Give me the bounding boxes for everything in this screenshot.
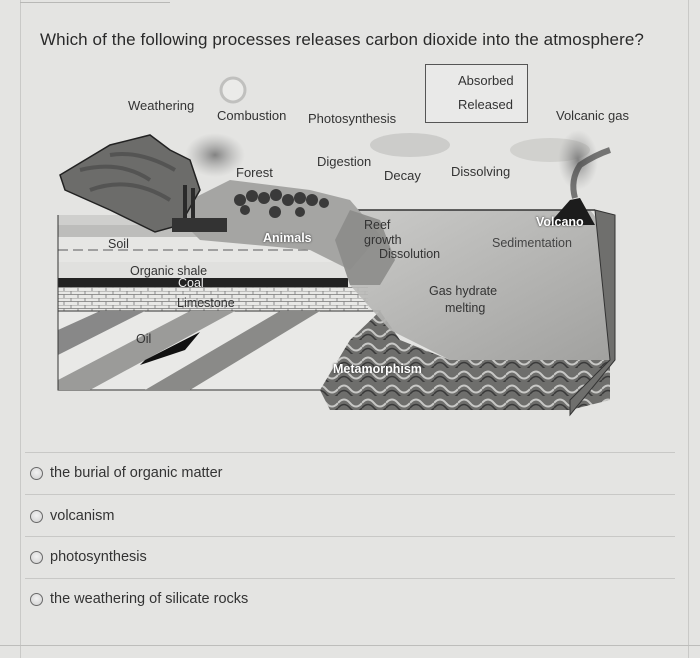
legend-box: Absorbed Released [425, 64, 528, 123]
option-volcanism[interactable]: volcanism [30, 508, 114, 524]
label-dissolution: Dissolution [379, 247, 441, 261]
label-oil: Oil [136, 332, 152, 346]
label-dissolving: Dissolving [451, 164, 511, 179]
legend-released: Released [458, 97, 513, 112]
chimney [191, 188, 195, 218]
label-digestion: Digestion [317, 154, 372, 169]
option-weathering-of-silicate-rocks[interactable]: the weathering of silicate rocks [30, 591, 248, 607]
legend-absorbed: Absorbed [458, 73, 514, 88]
label-volcanic-gas: Volcanic gas [556, 108, 629, 123]
option-label: the burial of organic matter [50, 465, 223, 481]
label-animals: Animals [263, 231, 312, 245]
option-label: the weathering of silicate rocks [50, 591, 249, 607]
question-text: Which of the following processes release… [40, 30, 644, 49]
radio-button[interactable] [30, 466, 43, 480]
label-forest: Forest [236, 165, 273, 180]
option-divider [25, 494, 675, 495]
label-sedimentation: Sedimentation [492, 236, 572, 250]
option-burial-of-organic-matter[interactable]: the burial of organic matter [30, 465, 222, 481]
option-label: volcanism [50, 508, 115, 524]
option-divider [25, 452, 675, 453]
carbon-cycle-diagram: Absorbed Released Weathering Combustion … [50, 60, 650, 420]
bottom-divider [0, 645, 700, 646]
page-border-right [688, 0, 689, 658]
factory [172, 218, 227, 232]
radio-button[interactable] [30, 550, 43, 564]
label-volcano: Volcano [536, 215, 584, 229]
label-photosynthesis: Photosynthesis [308, 111, 397, 126]
cloud [370, 133, 450, 157]
sun-icon [219, 76, 247, 104]
label-gas-hydrate: Gas hydrate [429, 284, 498, 298]
top-divider [20, 2, 170, 3]
option-divider [25, 536, 675, 537]
label-reef: Reef [364, 218, 391, 232]
label-decay: Decay [384, 168, 421, 183]
option-divider [25, 578, 675, 579]
label-growth: growth [364, 233, 402, 247]
radio-button[interactable] [30, 592, 43, 606]
label-limestone: Limestone [177, 296, 235, 310]
organic-shale-layer [58, 262, 358, 278]
radio-button[interactable] [30, 509, 43, 523]
option-label: photosynthesis [50, 549, 147, 565]
label-soil: Soil [108, 237, 129, 251]
label-combustion: Combustion [217, 108, 287, 123]
label-coal: Coal [178, 276, 204, 290]
label-weathering: Weathering [128, 98, 195, 113]
chimney [183, 185, 187, 218]
label-melting: melting [445, 301, 486, 315]
page-border-left [20, 0, 21, 658]
option-photosynthesis[interactable]: photosynthesis [30, 549, 147, 565]
label-metamorphism: Metamorphism [333, 362, 422, 376]
